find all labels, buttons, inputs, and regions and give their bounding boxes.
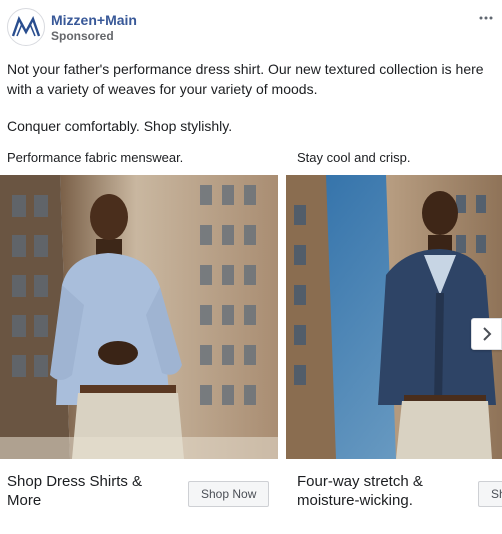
carousel-card-1[interactable]: Performance fabric menswear. Shop Dress … [0, 148, 278, 534]
post-body-tagline: Conquer comfortably. Shop stylishly. [7, 118, 233, 134]
more-options-icon[interactable] [479, 7, 493, 25]
brand-avatar[interactable] [7, 8, 45, 46]
card-image-dress-shirt[interactable] [0, 175, 278, 459]
card-caption: Stay cool and crisp. [297, 150, 411, 165]
carousel-card-2[interactable]: Stay cool and crisp. Four-way stretch & … [286, 148, 502, 534]
carousel-next-button[interactable] [471, 318, 502, 350]
shop-now-button[interactable]: Shop Now [188, 481, 270, 507]
card-caption: Performance fabric menswear. [7, 150, 184, 165]
shop-now-button[interactable]: Shop Now [478, 481, 502, 507]
mizzen-main-logo-icon [11, 16, 41, 37]
brand-name-link[interactable]: Mizzen+Main [51, 12, 137, 28]
post-header: Mizzen+Main Sponsored [7, 7, 495, 47]
card-footer: Shop Dress Shirts & More Shop Now [0, 459, 278, 534]
card-image-blazer[interactable] [286, 175, 502, 459]
card-footer: Four-way stretch & moisture-wicking. Sho… [286, 459, 502, 534]
post-body-text: Not your father's performance dress shir… [7, 61, 484, 97]
card-headline[interactable]: Shop Dress Shirts & More [7, 472, 177, 510]
card-headline[interactable]: Four-way stretch & moisture-wicking. [297, 472, 467, 510]
sponsored-label[interactable]: Sponsored [51, 29, 114, 43]
chevron-right-icon [482, 327, 491, 341]
